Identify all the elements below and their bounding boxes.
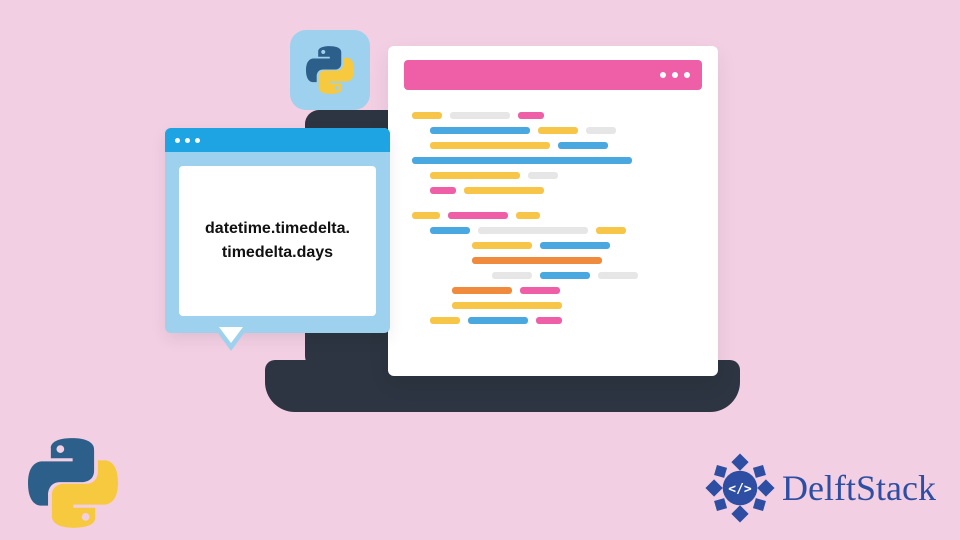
delftstack-icon: </> [704,452,776,524]
tooltip-content: datetime.timedelta. timedelta.days [179,166,376,316]
python-badge [290,30,370,110]
code-editor-window [388,46,718,376]
python-icon [306,46,354,94]
tooltip-line2: timedelta.days [205,241,350,265]
window-dots-icon [660,72,690,78]
brand-name: DelftStack [782,467,936,509]
svg-text:</>: </> [728,482,752,497]
brand-logo: </> DelftStack [704,452,936,524]
code-area [388,100,718,342]
editor-title-bar [404,60,702,90]
python-corner-logo [28,438,118,528]
tooltip-card: datetime.timedelta. timedelta.days [165,128,390,333]
tooltip-tail-inner [219,327,243,343]
python-icon [28,438,118,528]
tooltip-line1: datetime.timedelta. [205,217,350,241]
tooltip-title-bar [165,128,390,152]
